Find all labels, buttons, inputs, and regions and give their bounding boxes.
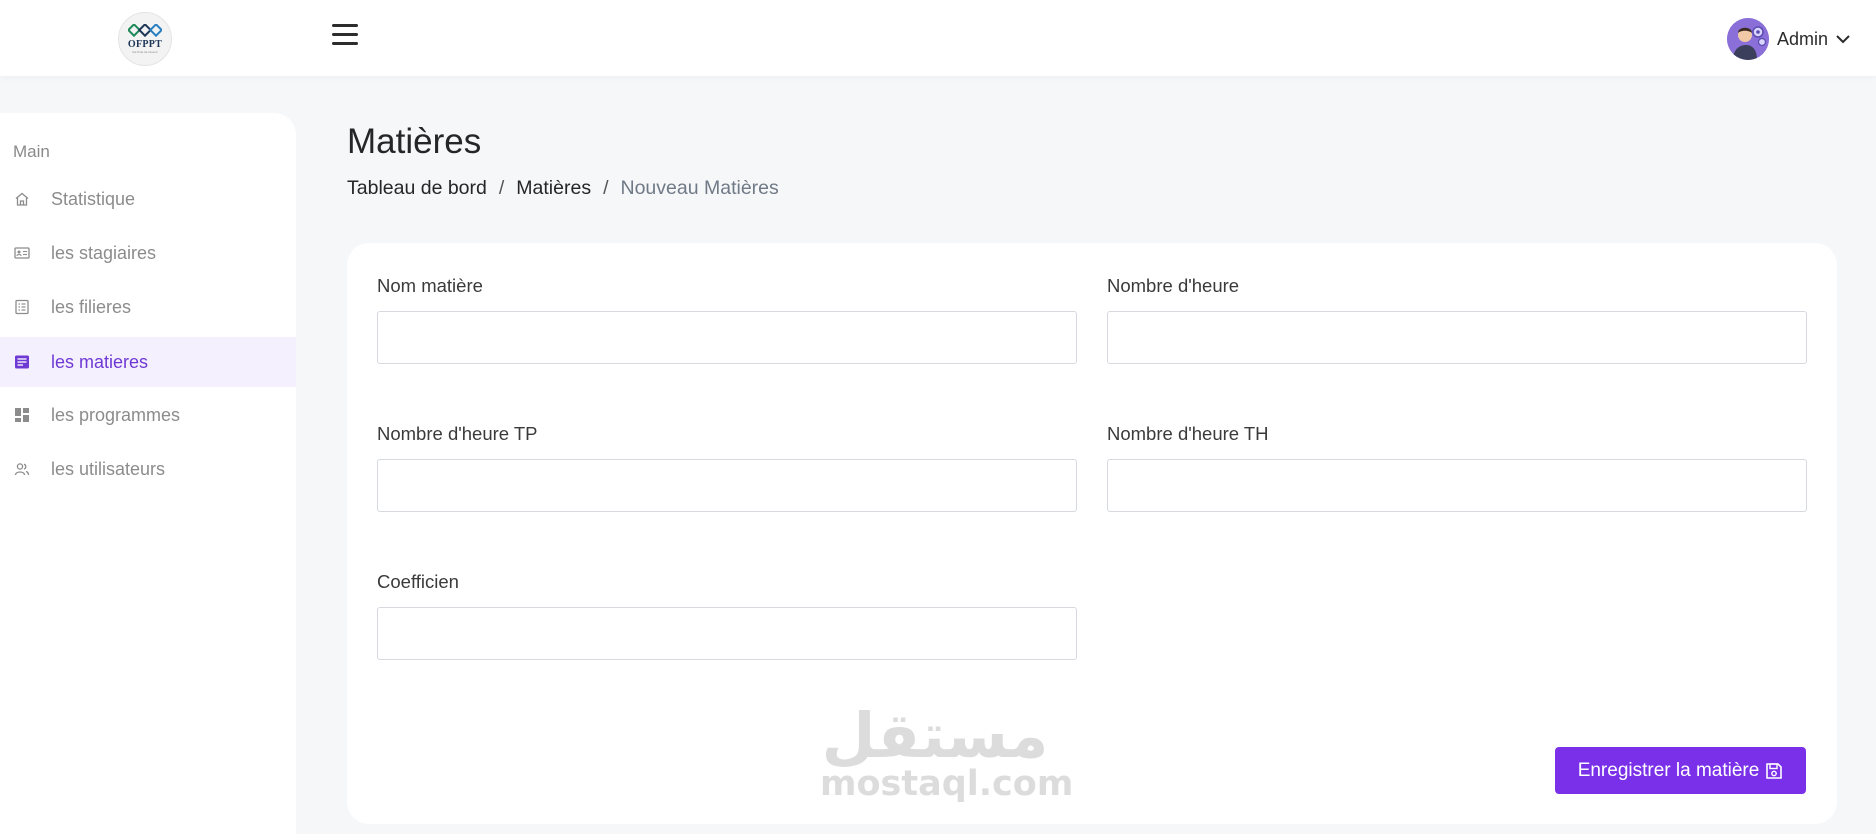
id-card-icon bbox=[14, 247, 30, 259]
coefficien-input[interactable] bbox=[377, 607, 1077, 660]
list-icon bbox=[15, 299, 29, 315]
avatar bbox=[1726, 18, 1769, 60]
nombre-heure-tp-label: Nombre d'heure TP bbox=[377, 423, 538, 444]
save-button-label: Enregistrer la matière bbox=[1577, 759, 1760, 781]
home-icon bbox=[15, 192, 29, 206]
nombre-heure-tp-input[interactable] bbox=[377, 459, 1077, 512]
sidebar-item-label: les stagiaires bbox=[51, 242, 157, 263]
save-matiere-button[interactable]: Enregistrer la matière bbox=[1555, 747, 1806, 794]
breadcrumb-matieres-link[interactable]: Matières bbox=[516, 177, 591, 200]
breadcrumb-separator: / bbox=[498, 177, 505, 199]
document-icon bbox=[15, 355, 29, 369]
users-icon bbox=[14, 463, 30, 476]
sidebar-section-title: Main bbox=[13, 142, 50, 161]
nom-matiere-label: Nom matière bbox=[377, 275, 483, 296]
sidebar-item-programmes[interactable]: les programmes bbox=[0, 390, 296, 440]
sidebar-item-statistique[interactable]: Statistique bbox=[0, 174, 296, 224]
sidebar-item-label: les programmes bbox=[51, 404, 181, 425]
ofppt-logo[interactable]: OFPPT the Pole de l'avenir bbox=[118, 12, 172, 66]
nombre-heure-label: Nombre d'heure bbox=[1107, 275, 1240, 296]
coefficien-label: Coefficien bbox=[377, 571, 459, 592]
watermark-latin: mostaql.com bbox=[820, 764, 1074, 804]
nombre-heure-input[interactable] bbox=[1107, 311, 1807, 364]
mostaql-watermark: مستقل mostaql.com bbox=[820, 699, 1074, 820]
breadcrumb: Tableau de bord / Matières / Nouveau Mat… bbox=[347, 177, 779, 200]
save-icon bbox=[1766, 762, 1783, 779]
sidebar: Main Statistique les stagiaires les fili… bbox=[0, 113, 296, 834]
menu-toggle-icon[interactable] bbox=[332, 24, 360, 50]
watermark-arabic: مستقل bbox=[821, 699, 1049, 772]
sidebar-item-utilisateurs[interactable]: les utilisateurs bbox=[0, 444, 296, 494]
top-header: OFPPT the Pole de l'avenir Admin bbox=[0, 0, 1876, 76]
logo-subtext: the Pole de l'avenir bbox=[132, 50, 158, 54]
nom-matiere-input[interactable] bbox=[377, 311, 1077, 364]
sidebar-item-matieres[interactable]: les matieres bbox=[0, 337, 296, 387]
nombre-heure-th-label: Nombre d'heure TH bbox=[1107, 423, 1269, 444]
page-title: Matières bbox=[347, 122, 482, 161]
logo-mark-icon bbox=[128, 24, 162, 38]
breadcrumb-current: Nouveau Matières bbox=[620, 177, 779, 199]
sidebar-item-filieres[interactable]: les filieres bbox=[0, 282, 296, 332]
dashboard-icon bbox=[15, 408, 29, 422]
sidebar-item-label: les matieres bbox=[51, 351, 149, 372]
user-menu[interactable]: Admin bbox=[1726, 18, 1850, 60]
nombre-heure-th-input[interactable] bbox=[1107, 459, 1807, 512]
admin-avatar-icon bbox=[1726, 18, 1769, 60]
breadcrumb-separator: / bbox=[603, 177, 609, 199]
sidebar-item-label: Statistique bbox=[51, 188, 136, 209]
sidebar-item-stagiaires[interactable]: les stagiaires bbox=[0, 228, 296, 278]
sidebar-item-label: les utilisateurs bbox=[51, 458, 166, 479]
chevron-down-icon bbox=[1836, 34, 1850, 43]
sidebar-item-label: les filieres bbox=[51, 296, 132, 317]
logo-text: OFPPT bbox=[127, 39, 163, 50]
user-name: Admin bbox=[1776, 28, 1828, 49]
breadcrumb-dashboard-link[interactable]: Tableau de bord bbox=[347, 177, 487, 200]
